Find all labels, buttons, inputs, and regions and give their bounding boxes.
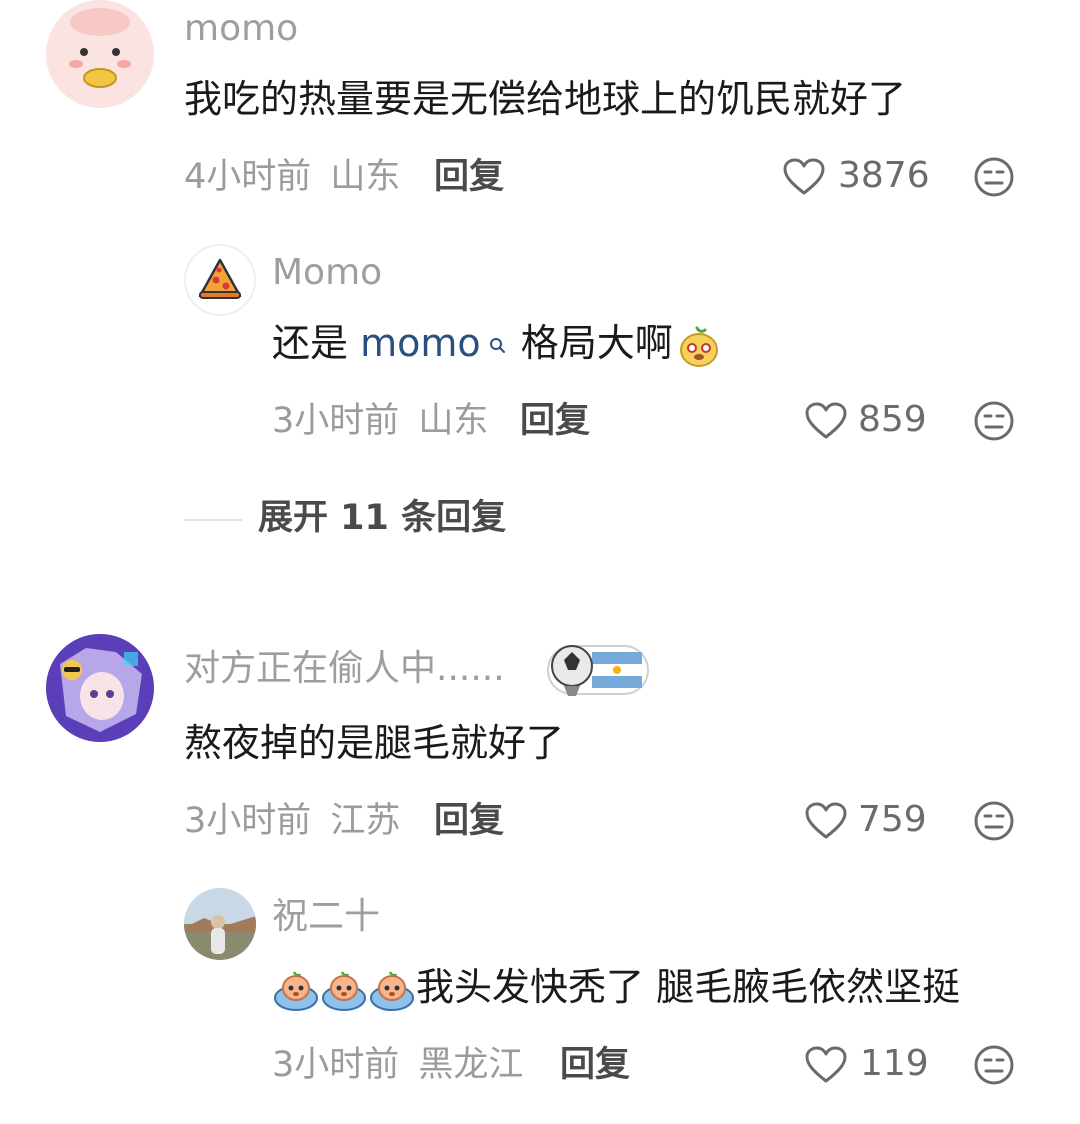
comment-username[interactable]: 对方正在偷人中...... bbox=[184, 648, 505, 690]
comment-time: 3小时前 bbox=[184, 801, 312, 841]
heart-outline-icon[interactable] bbox=[805, 802, 847, 840]
avatar[interactable] bbox=[46, 0, 154, 108]
comment-text: 熬夜掉的是腿毛就好了 bbox=[184, 721, 565, 765]
reply-text-prefix: 还是 bbox=[272, 321, 361, 365]
comment-text: 我吃的热量要是无偿给地球上的饥民就好了 bbox=[184, 77, 907, 121]
like-count: 3876 bbox=[838, 155, 930, 196]
reply-location: 山东 bbox=[418, 401, 489, 441]
avatar[interactable] bbox=[184, 888, 256, 960]
mention-name[interactable]: momo bbox=[360, 321, 481, 365]
reply-meta: 3小时前 黑龙江 bbox=[272, 1044, 523, 1086]
crying-sticker-icon bbox=[322, 970, 366, 1011]
sticker-emoji-icon bbox=[679, 326, 718, 367]
expand-replies-label[interactable]: 展开 11 条回复 bbox=[258, 497, 506, 539]
reply-button[interactable]: 回复 bbox=[520, 400, 590, 442]
reply-text-body: 我头发快秃了 腿毛腋毛依然坚挺 bbox=[416, 965, 961, 1009]
like-count: 859 bbox=[858, 399, 927, 440]
reply-button[interactable]: 回复 bbox=[560, 1044, 630, 1086]
reply-username[interactable]: 祝二十 bbox=[272, 896, 380, 938]
avatar-pizza-image bbox=[198, 258, 242, 299]
avatar[interactable] bbox=[184, 244, 256, 316]
reply-meta: 3小时前 山东 bbox=[272, 400, 488, 442]
avatar-anime-image bbox=[46, 634, 154, 742]
argentina-football-badge-icon bbox=[547, 645, 649, 696]
comment-meta: 3小时前 江苏 bbox=[184, 800, 400, 842]
comment-location: 山东 bbox=[330, 157, 401, 197]
avatar-pig-image bbox=[46, 0, 154, 108]
heart-outline-icon[interactable] bbox=[805, 1046, 847, 1084]
like-count: 759 bbox=[858, 799, 927, 840]
reply-time: 3小时前 bbox=[272, 1045, 400, 1085]
crying-sticker-icon bbox=[370, 970, 414, 1011]
divider bbox=[184, 519, 242, 521]
reply-button[interactable]: 回复 bbox=[434, 800, 504, 842]
comment-location: 江苏 bbox=[330, 801, 401, 841]
like-count: 119 bbox=[860, 1043, 929, 1084]
reply-username[interactable]: Momo bbox=[272, 252, 382, 294]
comment-time: 4小时前 bbox=[184, 157, 312, 197]
search-icon bbox=[489, 337, 505, 353]
meh-face-icon[interactable] bbox=[973, 1044, 1015, 1086]
meh-face-icon[interactable] bbox=[973, 156, 1015, 198]
reply-time: 3小时前 bbox=[272, 401, 400, 441]
heart-outline-icon[interactable] bbox=[783, 158, 825, 196]
reply-button[interactable]: 回复 bbox=[434, 156, 504, 198]
reply-text-suffix: 格局大啊 bbox=[508, 321, 673, 365]
mention-link[interactable]: momo bbox=[360, 321, 509, 365]
reply-text: 还是 momo 格局大啊 bbox=[272, 320, 723, 370]
reply-location: 黑龙江 bbox=[418, 1045, 524, 1085]
meh-face-icon[interactable] bbox=[973, 400, 1015, 442]
meh-face-icon[interactable] bbox=[973, 800, 1015, 842]
avatar[interactable] bbox=[46, 634, 154, 742]
avatar-photo-image bbox=[184, 888, 256, 960]
reply-text: 我头发快秃了 腿毛腋毛依然坚挺 bbox=[272, 964, 960, 1014]
comment-username[interactable]: momo bbox=[184, 8, 298, 50]
heart-outline-icon[interactable] bbox=[805, 402, 847, 440]
crying-sticker-icon bbox=[274, 970, 318, 1011]
comment-meta: 4小时前 山东 bbox=[184, 156, 400, 198]
